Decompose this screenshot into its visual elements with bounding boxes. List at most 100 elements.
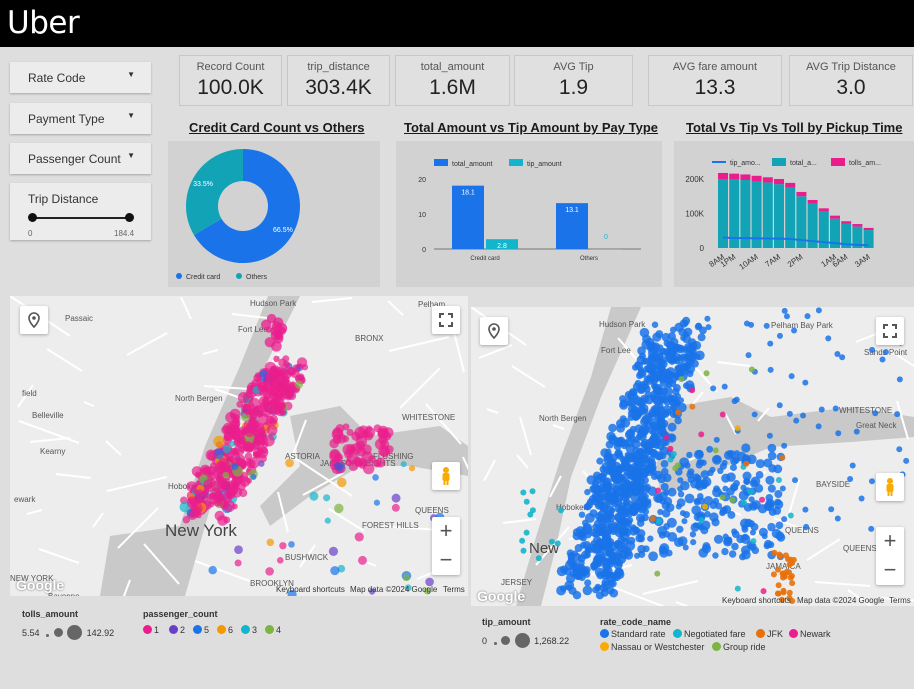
street-view-pegman-icon[interactable]	[432, 462, 460, 490]
map-place-label: QUEENS	[415, 506, 449, 515]
size-legend-min: 5.54	[22, 628, 40, 638]
location-icon[interactable]	[480, 317, 508, 345]
scorecard-record-count: Record Count 100.0K	[179, 55, 282, 106]
map-data-point	[731, 542, 739, 551]
map-data-point	[625, 487, 635, 497]
map-data-point	[733, 479, 740, 487]
size-dot-large	[514, 633, 530, 648]
map-data-point	[662, 509, 671, 518]
zoom-in-button[interactable]: +	[432, 517, 460, 546]
map-data-point	[602, 514, 612, 524]
map-data-point	[342, 444, 354, 455]
keyboard-shortcuts-link[interactable]: Keyboard shortcuts	[722, 596, 791, 605]
fullscreen-icon[interactable]	[432, 306, 460, 334]
chart-title-pay-type: Total Amount vs Tip Amount by Pay Type	[404, 120, 659, 135]
zoom-out-button[interactable]: −	[876, 556, 904, 585]
map-data-point	[781, 442, 788, 449]
color-legend-title: rate_code_name	[600, 617, 672, 627]
map-data-point	[676, 344, 685, 354]
map-data-point	[645, 498, 652, 505]
map-place-label: Kearny	[40, 447, 65, 456]
donut-slice-label: 66.5%	[273, 227, 293, 234]
map-data-point	[721, 459, 728, 466]
map-data-point	[775, 521, 784, 530]
map-data-point	[701, 503, 708, 510]
map-data-point	[244, 458, 253, 466]
map-data-point	[771, 549, 778, 556]
legend-label: Credit card	[186, 274, 220, 281]
street-view-pegman-icon[interactable]	[876, 473, 904, 501]
map-rate-code-tips[interactable]: Hudson Park Fort Lee Pelham Bay Park Sands …	[471, 307, 914, 606]
map-data-point	[775, 582, 782, 589]
map-data-point	[279, 542, 287, 550]
zoom-in-button[interactable]: +	[876, 527, 904, 556]
map-passenger-tolls[interactable]: Passaic Fort Lee Hudson Park Pelham BRONX Nor…	[10, 296, 468, 596]
legend-swatch	[193, 625, 202, 634]
fullscreen-icon[interactable]	[876, 317, 904, 345]
map-data-point	[686, 470, 694, 479]
slider-track[interactable]	[32, 217, 130, 219]
map-data-point	[788, 373, 795, 380]
location-icon[interactable]	[20, 306, 48, 334]
zoom-out-button[interactable]: −	[432, 546, 460, 575]
map-data-point	[694, 323, 703, 331]
map-data-point	[662, 434, 669, 441]
map-data-point	[231, 447, 240, 456]
map-data-point	[834, 515, 841, 522]
keyboard-shortcuts-link[interactable]: Keyboard shortcuts	[276, 585, 345, 594]
map-data-point	[586, 498, 595, 506]
map-canvas[interactable]: Hudson ParkFort LeePelham Bay ParkSands …	[471, 307, 914, 606]
map-data-point	[674, 400, 681, 407]
map-data-point	[234, 559, 242, 567]
map-data-point	[655, 518, 662, 525]
map-place-label: QUEENS	[785, 526, 819, 535]
map-data-point	[780, 570, 787, 577]
map-data-point	[785, 556, 792, 563]
payment-type-filter[interactable]: Payment Type ▼	[10, 103, 151, 134]
map-data-point	[269, 414, 278, 424]
map-place-label: JERSEY	[501, 578, 533, 587]
terms-link[interactable]: Terms	[443, 585, 465, 594]
map-data-point	[674, 462, 681, 469]
map-data-point	[660, 360, 668, 368]
slider-max-handle[interactable]	[125, 213, 134, 222]
donut-slice-label: 33.5%	[193, 181, 213, 188]
map-data-point	[721, 547, 729, 556]
legend-swatch	[600, 642, 609, 651]
scorecard-trip-distance: trip_distance 303.4K	[287, 55, 390, 106]
map-data-point	[556, 566, 567, 577]
terms-link[interactable]: Terms	[889, 596, 911, 605]
bar-data-label: 0	[604, 234, 608, 241]
scorecard-avg-trip-distance: AVG Trip Distance 3.0	[789, 55, 913, 106]
map-data-point	[853, 428, 860, 435]
map-data-point	[773, 464, 783, 474]
scorecard-value: 303.4K	[305, 76, 372, 99]
legend-label: JFK	[767, 629, 784, 639]
map-data-point	[214, 510, 225, 521]
slider-min-value: 0	[28, 229, 33, 238]
map-place-label: Belleville	[32, 411, 64, 420]
map-data-point	[572, 590, 582, 600]
map-data-point	[232, 432, 242, 441]
map-data-point	[290, 368, 300, 378]
legend-item: Negotiated fare	[673, 629, 746, 639]
map-data-point	[869, 346, 876, 353]
map-data-point	[636, 447, 645, 456]
slider-min-handle[interactable]	[28, 213, 37, 222]
map-data-point	[748, 321, 755, 328]
map-data-point	[763, 322, 770, 329]
passenger-count-filter[interactable]: Passenger Count ▼	[10, 143, 151, 174]
map-data-point	[182, 515, 191, 524]
x-tick-label: Others	[580, 256, 598, 262]
map-data-point	[767, 366, 774, 373]
size-legend-title: tolls_amount	[22, 609, 79, 619]
map-data-point	[253, 435, 264, 446]
rate-code-filter[interactable]: Rate Code ▼	[10, 62, 151, 93]
map-data-attribution: Map data ©2024 Google	[797, 596, 885, 605]
map-data-point	[679, 510, 686, 517]
size-dot-medium	[501, 636, 511, 645]
map-data-point	[780, 587, 787, 594]
map-canvas[interactable]: PassaicFort LeeHudson Park PelhamBRONXNor…	[10, 296, 468, 596]
map-data-point	[632, 396, 643, 406]
map-data-point	[791, 327, 798, 334]
